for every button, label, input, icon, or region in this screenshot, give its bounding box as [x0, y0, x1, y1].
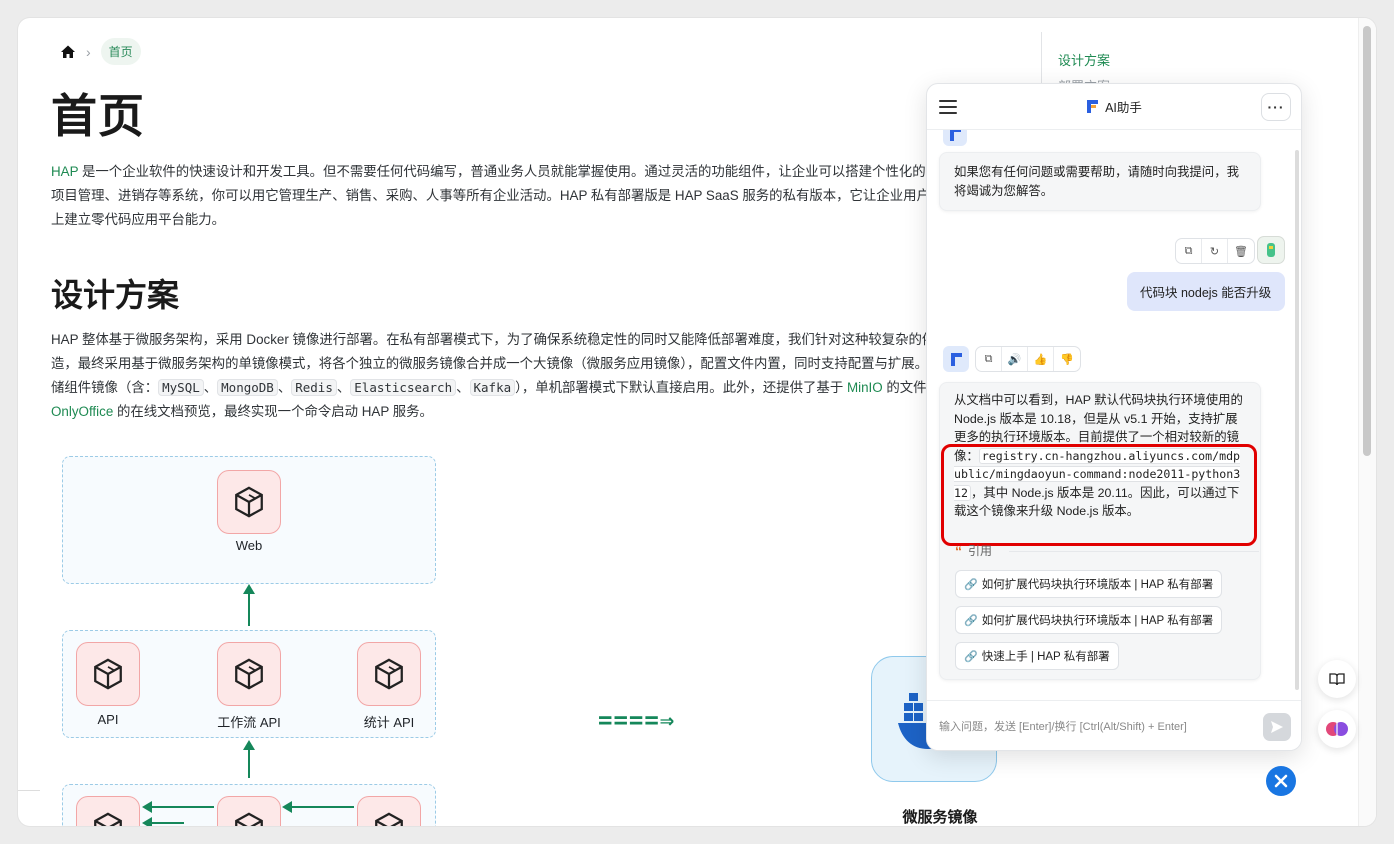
reference-title: 如何扩展代码块执行环境版本 | HAP 私有部署: [981, 579, 1214, 591]
service-node: [76, 796, 140, 826]
arrow-up-icon: [243, 740, 255, 778]
code-mysql: MySQL: [158, 379, 204, 396]
cube-icon: [94, 658, 122, 690]
cube-icon: [235, 812, 263, 826]
link-icon: 🔗: [964, 650, 978, 663]
arrow-left-icon: [142, 817, 184, 826]
arrow-left-icon: [282, 801, 354, 813]
list-separator: 、: [336, 380, 351, 395]
cube-icon: [94, 812, 122, 826]
list-separator: 、: [277, 380, 292, 395]
minio-link[interactable]: MinIO: [847, 380, 883, 395]
cube-icon: [375, 658, 403, 690]
intro-paragraph: HAP 是一个企业软件的快速设计和开发工具。但不需要任何代码编写，普通业务人员就…: [51, 160, 1051, 234]
service-node: [357, 796, 421, 826]
web-node: [217, 470, 281, 534]
answer-tools: ⧉ 🔊 👍 👎: [975, 346, 1081, 372]
reference-link[interactable]: 🔗 如何扩展代码块执行环境版本 | HAP 私有部署: [955, 570, 1223, 598]
hap-link[interactable]: HAP: [51, 164, 78, 179]
intro-text: 是一个企业软件的快速设计和开发工具。但不需要任何代码编写，普通业务人员就能掌握使…: [51, 164, 1051, 227]
code-redis: Redis: [291, 379, 337, 396]
code-elasticsearch: Elasticsearch: [350, 379, 457, 396]
architecture-diagram: Web API 工作流 API 统计 API: [62, 456, 436, 826]
thumbs-up-icon[interactable]: 👍: [1028, 347, 1054, 371]
ai-header: AI助手 ···: [927, 84, 1301, 130]
chat-area: 如果您有任何问题或需要帮助，请随时向我提问，我将竭诚为您解答。 ⧉ ↻ 🗑 代码…: [927, 130, 1301, 700]
list-separator: 、: [456, 380, 470, 395]
cube-icon: [235, 486, 263, 518]
more-options-button[interactable]: ···: [1261, 93, 1291, 121]
menu-icon[interactable]: [939, 98, 957, 116]
arrow-left-icon: [142, 801, 214, 813]
chevron-right-icon: ›: [86, 43, 91, 60]
code-kafka: Kafka: [469, 379, 516, 396]
ai-input-bar: [927, 700, 1301, 750]
workflow-api-label: 工作流 API: [217, 715, 281, 730]
design-text-2: ），单机部署模式下默认直接启用。此外，还提供了基于: [515, 380, 847, 395]
book-icon[interactable]: [1318, 660, 1356, 698]
arrow-up-icon: [243, 584, 255, 626]
ai-title-text: AI助手: [1105, 101, 1142, 115]
reference-divider: [1009, 551, 1259, 552]
reference-link[interactable]: 🔗 如何扩展代码块执行环境版本 | HAP 私有部署: [955, 606, 1223, 634]
stats-api-label: 统计 API: [363, 715, 415, 730]
cube-icon: [235, 658, 263, 690]
design-paragraph: HAP 整体基于微服务架构，采用 Docker 镜像进行部署。在私有部署模式下，…: [51, 328, 1051, 426]
close-icon: [1274, 774, 1288, 788]
link-icon: 🔗: [964, 578, 978, 591]
thumbs-down-icon[interactable]: 👎: [1054, 347, 1080, 371]
highlight-annotation: [941, 444, 1257, 546]
api-node: [76, 642, 140, 706]
api-label: API: [97, 712, 119, 727]
reference-link[interactable]: 🔗 快速上手 | HAP 私有部署: [955, 642, 1119, 670]
reference-title: 快速上手 | HAP 私有部署: [981, 651, 1110, 663]
greeting-message: 如果您有任何问题或需要帮助，请随时向我提问，我将竭诚为您解答。: [939, 152, 1261, 211]
close-assistant-button[interactable]: [1266, 766, 1296, 796]
onlyoffice-link[interactable]: OnlyOffice: [51, 404, 113, 419]
reference-header: “ 引用: [955, 542, 992, 559]
list-separator: 、: [203, 380, 218, 395]
page-title: 首页: [51, 90, 145, 142]
stats-api-node: [357, 642, 421, 706]
design-text-4: 的在线文档预览，最终实现一个命令启动 HAP 服务。: [113, 404, 433, 419]
image-label: 微服务镜像: [902, 809, 978, 826]
send-button[interactable]: [1263, 713, 1291, 741]
breadcrumb: › 首页: [60, 38, 141, 65]
brain-icon[interactable]: [1318, 710, 1356, 748]
page-scrollbar[interactable]: [1358, 18, 1376, 826]
user-message-tools: ⧉ ↻ 🗑: [1175, 238, 1255, 264]
user-avatar: [1257, 236, 1285, 264]
hap-logo-icon: [1086, 99, 1099, 114]
web-label: Web: [235, 538, 263, 553]
send-icon: [1271, 721, 1283, 733]
reference-label: 引用: [968, 544, 993, 558]
chat-scrollbar[interactable]: [1295, 150, 1299, 690]
ai-assistant-panel: AI助手 ··· 如果您有任何问题或需要帮助，请随时向我提问，我将竭诚为您解答。…: [926, 83, 1302, 751]
service-node: [217, 796, 281, 826]
bot-avatar: [943, 130, 967, 146]
speaker-icon[interactable]: 🔊: [1002, 347, 1028, 371]
ai-title: AI助手: [1086, 97, 1142, 116]
delete-icon[interactable]: 🗑: [1228, 239, 1254, 263]
user-message: 代码块 nodejs 能否升级: [1127, 272, 1285, 311]
copy-icon[interactable]: ⧉: [1176, 239, 1202, 263]
divider: [18, 790, 40, 791]
breadcrumb-current[interactable]: 首页: [100, 38, 141, 65]
copy-icon[interactable]: ⧉: [976, 347, 1002, 371]
question-input[interactable]: [939, 715, 1249, 739]
cube-icon: [375, 812, 403, 826]
toc-item-design[interactable]: 设计方案: [1058, 50, 1110, 69]
section-title: 设计方案: [51, 277, 180, 313]
home-icon[interactable]: [60, 44, 76, 60]
link-icon: 🔗: [964, 614, 978, 627]
scrollbar-thumb[interactable]: [1363, 26, 1371, 456]
reference-title: 如何扩展代码块执行环境版本 | HAP 私有部署: [981, 615, 1214, 627]
refresh-icon[interactable]: ↻: [1202, 239, 1228, 263]
transform-arrow: ====⇒: [598, 706, 676, 734]
code-mongodb: MongoDB: [217, 379, 278, 396]
workflow-api-node: [217, 642, 281, 706]
bot-avatar: [943, 346, 969, 372]
quote-icon: “: [955, 542, 962, 559]
